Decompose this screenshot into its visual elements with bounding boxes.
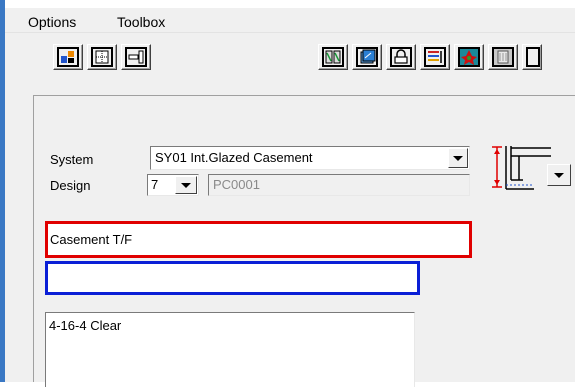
grid-icon [91,47,113,67]
panel-icon [125,47,147,67]
glazing-icon [356,47,378,67]
system-label: System [50,152,94,167]
profile-dropdown-button[interactable] [547,164,571,186]
menu-options[interactable]: Options [28,14,76,30]
chevron-down-icon [554,173,564,178]
mullion-icon [322,47,344,67]
partial-icon [526,47,540,67]
component-button[interactable] [53,44,83,70]
glass-textarea[interactable]: 4-16-4 Clear [45,312,415,387]
panel-button[interactable] [121,44,151,70]
chevron-down-icon [453,156,463,161]
glass-value: 4-16-4 Clear [49,318,122,333]
grid-button[interactable] [87,44,117,70]
color-bars-icon [424,47,446,67]
texture-icon [492,47,514,67]
more-button[interactable] [522,44,542,70]
system-dropdown-button[interactable] [448,148,468,168]
form-panel: System SY01 Int.Glazed Casement Design 7… [33,95,575,387]
system-dropdown[interactable]: SY01 Int.Glazed Casement [150,146,470,170]
color-button[interactable] [454,44,484,70]
description-field[interactable]: Casement T/F [45,221,472,258]
handle-icon [390,47,412,67]
design-label: Design [50,178,91,193]
design-value: 7 [151,177,159,192]
mullion-button[interactable] [318,44,348,70]
menu-toolbox[interactable]: Toolbox [117,14,165,30]
handle-button[interactable] [386,44,416,70]
design-code: PC0001 [213,177,260,192]
texture-button[interactable] [488,44,518,70]
design-dropdown[interactable]: 7 [147,174,199,196]
color-icon [458,47,480,67]
system-value: SY01 Int.Glazed Casement [155,150,313,165]
description-value: Casement T/F [50,232,133,247]
color-bars-button[interactable] [420,44,450,70]
design-dropdown-button[interactable] [175,176,197,194]
glazing-button[interactable] [352,44,382,70]
toolbar [5,33,575,79]
design-code-field: PC0001 [208,174,470,196]
component-icon [57,47,79,67]
chevron-down-icon [181,183,191,188]
reference-field[interactable] [45,261,420,295]
menu-bar: Options Toolbox [5,8,575,33]
